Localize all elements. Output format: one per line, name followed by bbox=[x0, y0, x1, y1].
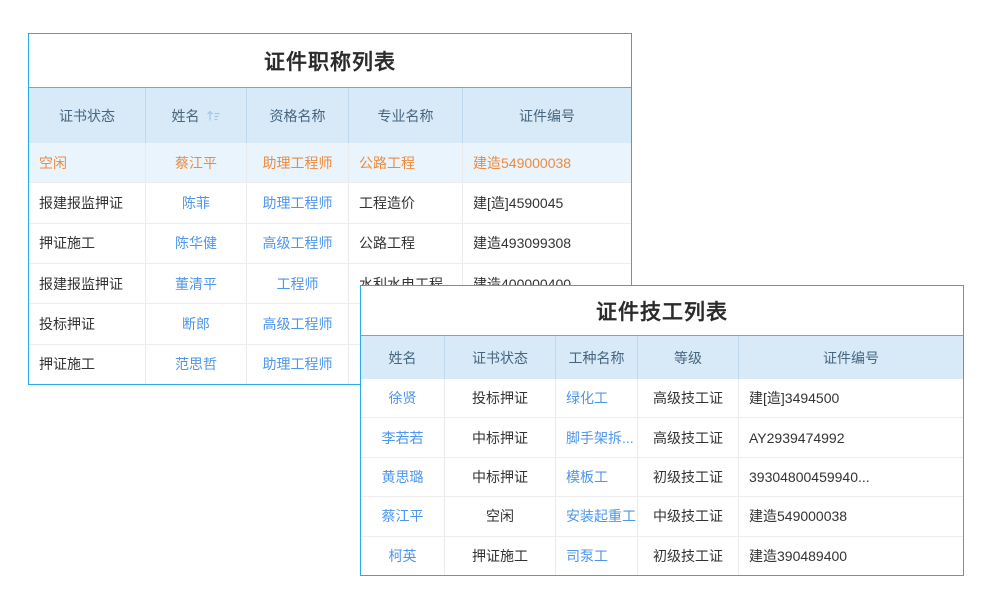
cell-level: 初级技工证 bbox=[638, 458, 739, 496]
cell-name-link[interactable]: 董清平 bbox=[146, 264, 247, 303]
cell-name-link[interactable]: 柯英 bbox=[361, 537, 445, 575]
cell-cert-no: 39304800459940... bbox=[739, 458, 963, 496]
cell-major: 工程造价 bbox=[349, 183, 463, 222]
cell-name-link[interactable]: 断郎 bbox=[146, 304, 247, 343]
cell-cert-no: 建[造]4590045 bbox=[463, 183, 631, 222]
cell-level: 中级技工证 bbox=[638, 497, 739, 535]
cell-level: 初级技工证 bbox=[638, 537, 739, 575]
cell-name-link[interactable]: 陈华健 bbox=[146, 224, 247, 263]
cert-worker-table-heading: 证件技工列表 bbox=[361, 286, 963, 336]
cell-name-link[interactable]: 李若若 bbox=[361, 418, 445, 456]
cell-job-type-link[interactable]: 司泵工 bbox=[556, 537, 638, 575]
cell-cert-status: 投标押证 bbox=[445, 379, 556, 417]
header-name-sortable[interactable]: 姓名 bbox=[146, 88, 247, 143]
cell-name-link[interactable]: 黄思璐 bbox=[361, 458, 445, 496]
cert-title-table-heading: 证件职称列表 bbox=[29, 34, 631, 88]
cell-job-type-link[interactable]: 脚手架拆... bbox=[556, 418, 638, 456]
cell-job-type-link[interactable]: 安装起重工 bbox=[556, 497, 638, 535]
cell-cert-no: 建造549000038 bbox=[463, 143, 631, 182]
cell-cert-no: 建造390489400 bbox=[739, 537, 963, 575]
sort-ascending-icon[interactable] bbox=[206, 110, 221, 122]
cell-cert-status: 押证施工 bbox=[445, 537, 556, 575]
cell-name-link[interactable]: 范思哲 bbox=[146, 345, 247, 384]
cell-cert-status: 报建报监押证 bbox=[29, 264, 146, 303]
cell-job-type-link[interactable]: 绿化工 bbox=[556, 379, 638, 417]
cell-cert-no: 建[造]3494500 bbox=[739, 379, 963, 417]
table-row[interactable]: 空闲 蔡江平 助理工程师 公路工程 建造549000038 bbox=[29, 143, 631, 183]
cell-name-link[interactable]: 徐贤 bbox=[361, 379, 445, 417]
cell-qualification-link[interactable]: 高级工程师 bbox=[247, 304, 349, 343]
cell-cert-status: 中标押证 bbox=[445, 418, 556, 456]
cell-cert-status: 押证施工 bbox=[29, 224, 146, 263]
table-row[interactable]: 徐贤 投标押证 绿化工 高级技工证 建[造]3494500 bbox=[361, 379, 963, 418]
table-row[interactable]: 报建报监押证 陈菲 助理工程师 工程造价 建[造]4590045 bbox=[29, 183, 631, 223]
cell-name-link[interactable]: 陈菲 bbox=[146, 183, 247, 222]
cert-worker-table-body: 徐贤 投标押证 绿化工 高级技工证 建[造]3494500 李若若 中标押证 脚… bbox=[361, 379, 963, 575]
cell-level: 高级技工证 bbox=[638, 418, 739, 456]
header-qualification: 资格名称 bbox=[247, 88, 349, 143]
cell-qualification-link[interactable]: 高级工程师 bbox=[247, 224, 349, 263]
cert-worker-table-panel: 证件技工列表 姓名 证书状态 工种名称 等级 证件编号 徐贤 投标押证 绿化工 … bbox=[360, 285, 964, 576]
cert-worker-table-header-row: 姓名 证书状态 工种名称 等级 证件编号 bbox=[361, 336, 963, 379]
cell-name-link[interactable]: 蔡江平 bbox=[146, 143, 247, 182]
header-name-label: 姓名 bbox=[172, 106, 200, 126]
header-major: 专业名称 bbox=[349, 88, 463, 143]
header-cert-no: 证件编号 bbox=[463, 88, 631, 143]
table-row[interactable]: 柯英 押证施工 司泵工 初级技工证 建造390489400 bbox=[361, 537, 963, 575]
cell-qualification-link[interactable]: 助理工程师 bbox=[247, 345, 349, 384]
cell-cert-no: 建造549000038 bbox=[739, 497, 963, 535]
cell-cert-status: 报建报监押证 bbox=[29, 183, 146, 222]
header-level: 等级 bbox=[638, 336, 739, 379]
cell-cert-status: 空闲 bbox=[29, 143, 146, 182]
cell-qualification-link[interactable]: 助理工程师 bbox=[247, 143, 349, 182]
cell-name-link[interactable]: 蔡江平 bbox=[361, 497, 445, 535]
cell-job-type-link[interactable]: 模板工 bbox=[556, 458, 638, 496]
cell-cert-status: 押证施工 bbox=[29, 345, 146, 384]
cell-cert-status: 空闲 bbox=[445, 497, 556, 535]
cert-title-table-header-row: 证书状态 姓名 资格名称 专业名称 证件编号 bbox=[29, 88, 631, 143]
cell-major: 公路工程 bbox=[349, 143, 463, 182]
cell-cert-status: 投标押证 bbox=[29, 304, 146, 343]
table-row[interactable]: 李若若 中标押证 脚手架拆... 高级技工证 AY2939474992 bbox=[361, 418, 963, 457]
cell-cert-no: AY2939474992 bbox=[739, 418, 963, 456]
cell-major: 公路工程 bbox=[349, 224, 463, 263]
table-row[interactable]: 蔡江平 空闲 安装起重工 中级技工证 建造549000038 bbox=[361, 497, 963, 536]
header-cert-status: 证书状态 bbox=[445, 336, 556, 379]
header-cert-status: 证书状态 bbox=[29, 88, 146, 143]
header-cert-no: 证件编号 bbox=[739, 336, 963, 379]
header-name: 姓名 bbox=[361, 336, 445, 379]
cell-level: 高级技工证 bbox=[638, 379, 739, 417]
cell-cert-status: 中标押证 bbox=[445, 458, 556, 496]
cell-qualification-link[interactable]: 工程师 bbox=[247, 264, 349, 303]
header-job-type: 工种名称 bbox=[556, 336, 638, 379]
table-row[interactable]: 黄思璐 中标押证 模板工 初级技工证 39304800459940... bbox=[361, 458, 963, 497]
cell-qualification-link[interactable]: 助理工程师 bbox=[247, 183, 349, 222]
cell-cert-no: 建造493099308 bbox=[463, 224, 631, 263]
table-row[interactable]: 押证施工 陈华健 高级工程师 公路工程 建造493099308 bbox=[29, 224, 631, 264]
